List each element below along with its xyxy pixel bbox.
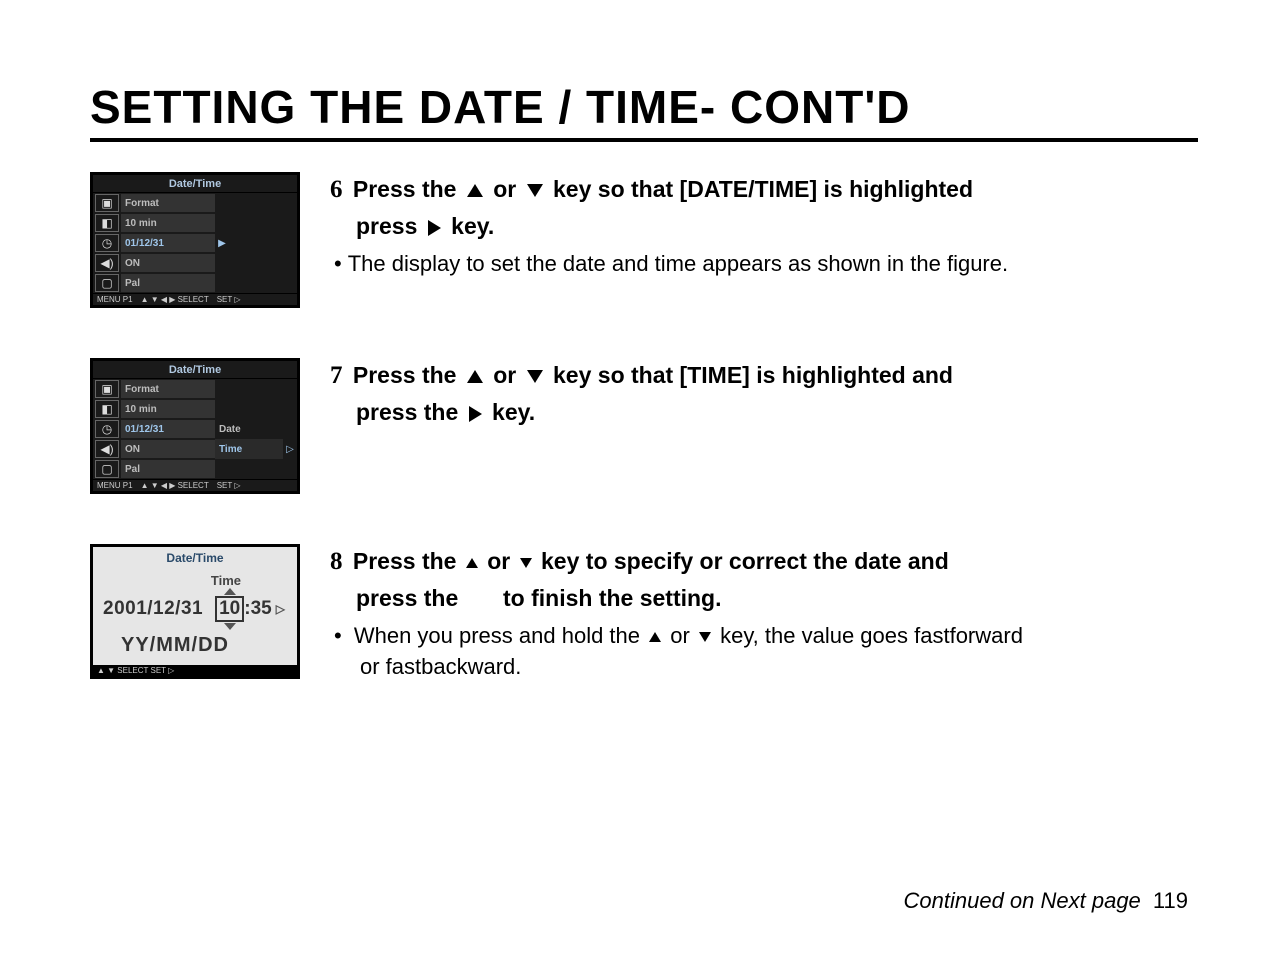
lcd1-row-format: Format [121,194,215,212]
step-8-line1c: key to specify or correct the date and [541,548,949,574]
sound-icon: ◀) [95,440,119,458]
step-8-text: 8 Press the or key to specify or correct… [330,544,1198,683]
page-title: SETTING THE DATE / TIME- CONT'D [90,80,1198,134]
step-8-line1b: or [487,548,510,574]
up-arrow-icon [466,558,478,568]
step-7-line1a: Press the [353,362,457,388]
down-arrow-icon [520,558,532,568]
right-arrow-icon: ▷ [276,602,285,616]
step-7-line1c: key so that [TIME] is highlighted and [553,362,953,388]
lcd3-date-value: 2001/12/31 [103,598,203,620]
tv-icon: ▢ [95,460,119,478]
step-6-line2b: key. [451,213,494,239]
lcd-figure-1: Date/Time ▣ Format ◧ 10 min ◷ 01/12/31 ▶ [90,172,300,308]
step-7-line2a: press the [356,399,458,425]
lcd1-row-on: ON [121,254,215,272]
lcd3-format: YY/MM/DD [103,634,287,657]
up-arrow-icon [224,588,236,595]
lcd1-row-10min: 10 min [121,214,215,232]
up-arrow-icon [649,632,661,642]
lcd3-minute: 35 [251,598,272,620]
step-6-line2a: press [356,213,417,239]
right-arrow-icon: ▷ [283,439,297,459]
lcd2-footer-select: ▲ ▼ ◀ ▶ SELECT [141,481,209,490]
datetime-icon: ◷ [95,420,119,438]
step-8-bullet-d: or fastbackward. [334,651,1198,683]
step-7-line2b: key. [492,399,535,425]
lcd1-footer-set: SET ▷ [217,295,241,304]
step-8-bullet-b: or [670,623,690,648]
down-arrow-icon [527,184,543,197]
lcd2-sub-time-highlight: Time [215,439,283,459]
lcd3-footer: ▲ ▼ SELECT SET ▷ [93,665,297,676]
lcd2-row-pal: Pal [121,460,215,478]
sound-icon: ◀) [95,254,119,272]
step-6-line1a: Press the [353,176,457,202]
step-8-line2b: to finish the setting. [503,585,722,611]
step-8-number: 8 [330,548,343,575]
step-7-number: 7 [330,362,343,389]
camera-sleep-icon: ◧ [95,214,119,232]
lcd3-title: Date/Time [93,547,297,569]
step-7-text: 7 Press the or key so that [TIME] is hig… [330,358,1198,434]
step-6-text: 6 Press the or key so that [DATE/TIME] i… [330,172,1198,279]
lcd1-footer-select: ▲ ▼ ◀ ▶ SELECT [141,295,209,304]
lcd2-footer-set: SET ▷ [217,481,241,490]
section-step-6: Date/Time ▣ Format ◧ 10 min ◷ 01/12/31 ▶ [90,172,1198,308]
lcd2-row-date: 01/12/31 [121,420,215,438]
lcd2-row-on: ON [121,440,215,458]
step-8-line2a: press the [356,585,458,611]
lcd1-row-pal: Pal [121,274,215,292]
step-6-number: 6 [330,176,343,203]
up-arrow-icon [467,370,483,383]
right-arrow-icon [428,220,441,236]
down-arrow-icon [224,623,236,630]
tv-icon: ▢ [95,274,119,292]
step-8-bullet-a: When you press and hold the [354,623,640,648]
bullet-dot: • [334,623,342,648]
bullet-dot: • [334,251,342,276]
lcd1-title: Date/Time [93,175,297,193]
step-6-bullet: The display to set the date and time app… [348,251,1008,276]
continued-text: Continued on Next page [904,888,1141,913]
section-step-8: Date/Time Time 2001/12/31 10 :35 ▷ [90,544,1198,683]
right-arrow-icon: ▶ [215,233,229,253]
down-arrow-icon [699,632,711,642]
lcd2-title: Date/Time [93,361,297,379]
step-6-line1c: key so that [DATE/TIME] is highlighted [553,176,973,202]
lcd-figure-2: Date/Time ▣ Format ◧ 10 min ◷ 01/12/31 D… [90,358,300,494]
lcd3-time-label: Time [103,573,287,588]
up-arrow-icon [467,184,483,197]
card-icon: ▣ [95,194,119,212]
step-8-line1a: Press the [353,548,457,574]
datetime-icon: ◷ [95,234,119,252]
page-footer: Continued on Next page 119 [904,888,1189,914]
lcd2-footer-menu: MENU P1 [97,481,133,490]
lcd2-sub-date: Date [215,419,297,439]
down-arrow-icon [527,370,543,383]
section-step-7: Date/Time ▣ Format ◧ 10 min ◷ 01/12/31 D… [90,358,1198,494]
step-7-line1b: or [493,362,516,388]
lcd1-row-date-highlight: 01/12/31 [121,234,215,252]
card-icon: ▣ [95,380,119,398]
lcd2-row-format: Format [121,380,215,398]
lcd3-hour-box: 10 [215,596,244,622]
lcd1-footer-menu: MENU P1 [97,295,133,304]
step-8-bullet-c: key, the value goes fastforward [720,623,1023,648]
camera-sleep-icon: ◧ [95,400,119,418]
page-number: 119 [1153,888,1188,913]
title-rule [90,138,1198,142]
right-arrow-icon [469,406,482,422]
lcd-figure-3: Date/Time Time 2001/12/31 10 :35 ▷ [90,544,300,679]
lcd2-row-10min: 10 min [121,400,215,418]
step-6-line1b: or [493,176,516,202]
